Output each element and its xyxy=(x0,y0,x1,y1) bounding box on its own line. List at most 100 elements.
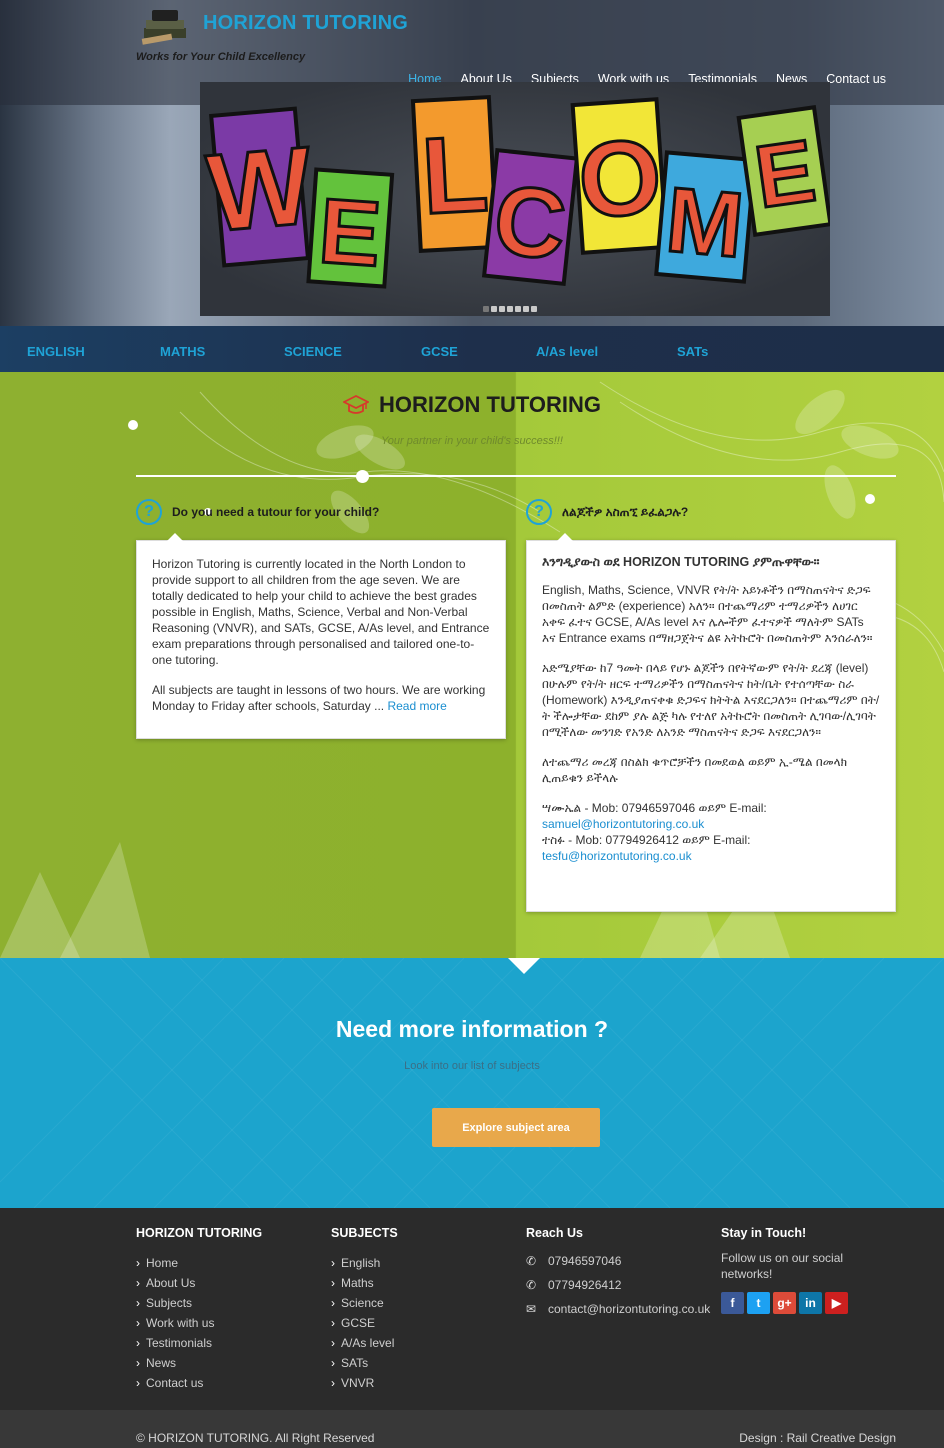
footer-phone-2[interactable]: ✆ 07794926412 xyxy=(526,1273,710,1297)
footer-subject-a-as-level[interactable]: › A/As level xyxy=(331,1333,398,1353)
slider-dot[interactable] xyxy=(531,306,537,312)
linkedin-icon[interactable]: in xyxy=(799,1292,822,1314)
logo-books-icon[interactable] xyxy=(138,6,198,46)
cta-subtitle: Look into our list of subjects xyxy=(404,1060,540,1072)
footer-col-reach-title: Reach Us xyxy=(526,1226,583,1240)
twitter-icon[interactable]: t xyxy=(747,1292,770,1314)
footer-link-news[interactable]: › News xyxy=(136,1353,262,1373)
chevron-right-icon: › xyxy=(331,1296,335,1310)
footer-col-social-title: Stay in Touch! xyxy=(721,1226,807,1240)
intro-title: HORIZON TUTORING xyxy=(378,392,602,417)
welcome-slider[interactable]: W E L C O M E xyxy=(200,82,830,316)
nav-contact-us[interactable]: Contact us xyxy=(826,72,886,86)
footer-subject-vnvr[interactable]: › VNVR xyxy=(331,1373,398,1393)
subject-a-as-level[interactable]: A/As level xyxy=(536,344,598,359)
section-divider xyxy=(136,475,896,477)
slider-dot[interactable] xyxy=(491,306,497,312)
footer-link-about-us[interactable]: › About Us xyxy=(136,1273,262,1293)
banner-letter-c: C xyxy=(489,164,571,281)
section-notch xyxy=(508,958,540,974)
footer-col-site-title: HORIZON TUTORING xyxy=(136,1226,263,1240)
chevron-right-icon: › xyxy=(331,1256,335,1270)
slider-dot[interactable] xyxy=(499,306,505,312)
welcome-banner-image: W E L C O M E xyxy=(201,95,830,289)
social-icons: f t g+ in ▶ xyxy=(721,1292,861,1314)
copyright-bar: © HORIZON TUTORING. All Right Reserved D… xyxy=(0,1410,944,1448)
question-mark-icon: ? xyxy=(136,499,162,525)
google-plus-icon[interactable]: g+ xyxy=(773,1292,796,1314)
chevron-right-icon: › xyxy=(136,1336,140,1350)
chevron-right-icon: › xyxy=(331,1336,335,1350)
footer-subject-science[interactable]: › Science xyxy=(331,1293,398,1313)
hero-section: HORIZON TUTORING Works for Your Child Ex… xyxy=(0,0,944,326)
contact-1-email-link[interactable]: samuel@horizontutoring.co.uk xyxy=(542,817,704,831)
banner-letter-o: O xyxy=(575,117,665,240)
footer-email[interactable]: ✉ contact@horizontutoring.co.uk xyxy=(526,1297,710,1321)
banner-letter-w: W xyxy=(203,124,317,256)
subject-maths[interactable]: MATHS xyxy=(160,344,205,359)
logo-tagline: Works for Your Child Excellency xyxy=(136,51,306,63)
footer-col-reach-us: Reach Us ✆ 07946597046 ✆ 07794926412 ✉ cont… xyxy=(526,1226,710,1321)
question-mark-icon: ? xyxy=(526,499,552,525)
left-card-paragraph-1: Horizon Tutoring is currently located in… xyxy=(152,557,490,667)
chevron-right-icon: › xyxy=(136,1316,140,1330)
footer-subject-sats[interactable]: › SATs xyxy=(331,1353,398,1373)
chevron-right-icon: › xyxy=(136,1256,140,1270)
slider-dot[interactable] xyxy=(523,306,529,312)
chevron-right-icon: › xyxy=(331,1376,335,1390)
footer-link-subjects[interactable]: › Subjects xyxy=(136,1293,262,1313)
copyright-text: © HORIZON TUTORING. All Right Reserved xyxy=(136,1431,375,1445)
contact-1-text: ሣሙኤል - Mob: 07946597046 ወይም E-mail: xyxy=(542,801,767,815)
cta-section: Need more information ? Look into our li… xyxy=(0,958,944,1208)
footer-col-social: Stay in Touch! Follow us on our social n… xyxy=(721,1226,861,1314)
right-info-card: እንግዲያውስ ወደ HORIZON TUTORING ያምጡዋቸው። Engl… xyxy=(526,533,896,912)
footer-col-subjects-title: SUBJECTS xyxy=(331,1226,398,1240)
facebook-icon[interactable]: f xyxy=(721,1292,744,1314)
banner-letter-m: M xyxy=(662,169,747,277)
subject-sats[interactable]: SATs xyxy=(677,344,708,359)
left-question-heading: ? Do you need a tutour for your child? xyxy=(136,499,379,525)
left-question-text: Do you need a tutour for your child? xyxy=(172,505,380,519)
subject-english[interactable]: ENGLISH xyxy=(27,344,85,359)
phone-icon: ✆ xyxy=(526,1254,537,1268)
subject-gcse[interactable]: GCSE xyxy=(421,344,458,359)
footer-link-testimonials[interactable]: › Testimonials xyxy=(136,1333,262,1353)
footer-col-site: HORIZON TUTORING › Home › About Us › Subjec… xyxy=(136,1226,262,1393)
footer-link-contact-us[interactable]: › Contact us xyxy=(136,1373,262,1393)
youtube-icon[interactable]: ▶ xyxy=(825,1292,848,1314)
footer-social-text: Follow us on our social networks! xyxy=(721,1251,844,1281)
footer-link-work-with-us[interactable]: › Work with us xyxy=(136,1313,262,1333)
design-credit[interactable]: Design : Rail Creative Design xyxy=(739,1431,896,1445)
footer-subject-gcse[interactable]: › GCSE xyxy=(331,1313,398,1333)
slider-pagination xyxy=(483,306,537,312)
slider-dot[interactable] xyxy=(483,306,489,312)
footer-subject-english[interactable]: › English xyxy=(331,1253,398,1273)
footer-subject-maths[interactable]: › Maths xyxy=(331,1273,398,1293)
chevron-right-icon: › xyxy=(136,1376,140,1390)
contact-2-email-link[interactable]: tesfu@horizontutoring.co.uk xyxy=(542,849,692,863)
footer-phone-1[interactable]: ✆ 07946597046 xyxy=(526,1249,710,1273)
subject-science[interactable]: SCIENCE xyxy=(284,344,342,359)
intro-title-row: HORIZON TUTORING xyxy=(342,392,602,418)
banner-letter-e1: E xyxy=(316,180,384,286)
right-card-paragraph-3: ለተጨማሪ መረጃ በስልክ ቁጥሮቻችን በመደወል ወይም ኢ-ሜል በመላ… xyxy=(542,755,848,785)
read-more-link[interactable]: Read more xyxy=(387,699,446,713)
chevron-right-icon: › xyxy=(331,1316,335,1330)
chevron-right-icon: › xyxy=(136,1276,140,1290)
slider-dot[interactable] xyxy=(515,306,521,312)
intro-section: HORIZON TUTORING Your partner in your ch… xyxy=(0,372,944,958)
explore-subject-button[interactable]: Explore subject area xyxy=(432,1108,600,1147)
chevron-right-icon: › xyxy=(331,1276,335,1290)
graduation-cap-icon xyxy=(342,394,369,414)
right-card-contacts: ሣሙኤል - Mob: 07946597046 ወይም E-mail: samu… xyxy=(542,800,880,864)
cta-title: Need more information ? xyxy=(335,1016,609,1042)
cta-pattern-background xyxy=(0,958,944,1208)
intro-subtitle: Your partner in your child's success!!! xyxy=(381,435,563,447)
chevron-right-icon: › xyxy=(331,1356,335,1370)
logo-title[interactable]: HORIZON TUTORING xyxy=(203,12,408,35)
right-card-heading: እንግዲያውስ ወደ HORIZON TUTORING ያምጡዋቸው። xyxy=(542,555,820,569)
subject-bar: ENGLISH MATHS SCIENCE GCSE A/As level SA… xyxy=(0,326,944,372)
footer-link-home[interactable]: › Home xyxy=(136,1253,262,1273)
slider-dot[interactable] xyxy=(507,306,513,312)
footer-col-subjects: SUBJECTS › English › Maths › Science › GCSE … xyxy=(331,1226,398,1393)
